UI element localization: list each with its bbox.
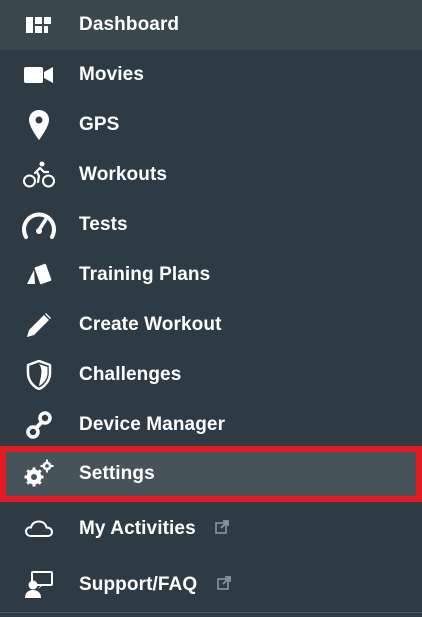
menu-item-label: Workouts: [79, 164, 168, 185]
menu-item-label: Dashboard: [79, 14, 180, 35]
menu-item-label: My Activities: [79, 518, 196, 540]
pencil-icon: [21, 308, 57, 342]
menu-item-support-faq[interactable]: Support/FAQ: [0, 560, 422, 610]
dashboard-icon: [21, 8, 57, 42]
menu-item-label: Challenges: [79, 364, 182, 385]
menu-item-gps[interactable]: GPS: [0, 100, 422, 150]
menu-item-training-plans[interactable]: Training Plans: [0, 250, 422, 300]
menu-item-label-row: Support/FAQ: [79, 574, 231, 596]
side-navigation-menu: Dashboard Movies GPS Workouts Tests Trai…: [0, 0, 422, 617]
menu-item-label: Tests: [79, 214, 128, 235]
menu-item-device-manager[interactable]: Device Manager: [0, 400, 422, 450]
menu-item-tests[interactable]: Tests: [0, 200, 422, 250]
video-camera-icon: [21, 58, 57, 92]
menu-item-challenges[interactable]: Challenges: [0, 350, 422, 400]
cloud-icon: [21, 512, 57, 546]
menu-item-label-row: My Activities: [79, 518, 230, 540]
external-link-icon: [216, 574, 231, 596]
menu-item-dashboard[interactable]: Dashboard: [0, 0, 422, 50]
menu-item-label: Create Workout: [79, 314, 222, 335]
menu-item-label: Settings: [79, 463, 155, 484]
cyclist-icon: [21, 158, 57, 192]
map-pin-icon: [21, 108, 57, 142]
gears-icon: [21, 457, 57, 491]
menu-item-my-activities[interactable]: My Activities: [0, 504, 422, 554]
support-chat-icon: [21, 568, 57, 602]
menu-item-movies[interactable]: Movies: [0, 50, 422, 100]
menu-item-settings[interactable]: Settings: [0, 449, 422, 499]
menu-item-label: Training Plans: [79, 264, 211, 285]
menu-item-label: Support/FAQ: [79, 574, 198, 596]
menu-bottom-divider: [0, 612, 422, 613]
menu-item-label: GPS: [79, 114, 120, 135]
menu-item-create-workout[interactable]: Create Workout: [0, 300, 422, 350]
shield-icon: [21, 358, 57, 392]
gauge-icon: [21, 208, 57, 242]
external-link-icon: [215, 518, 230, 540]
menu-item-label: Movies: [79, 64, 145, 85]
menu-item-label: Device Manager: [79, 414, 226, 435]
menu-item-workouts[interactable]: Workouts: [0, 150, 422, 200]
cards-icon: [21, 258, 57, 292]
chain-link-icon: [21, 408, 57, 442]
